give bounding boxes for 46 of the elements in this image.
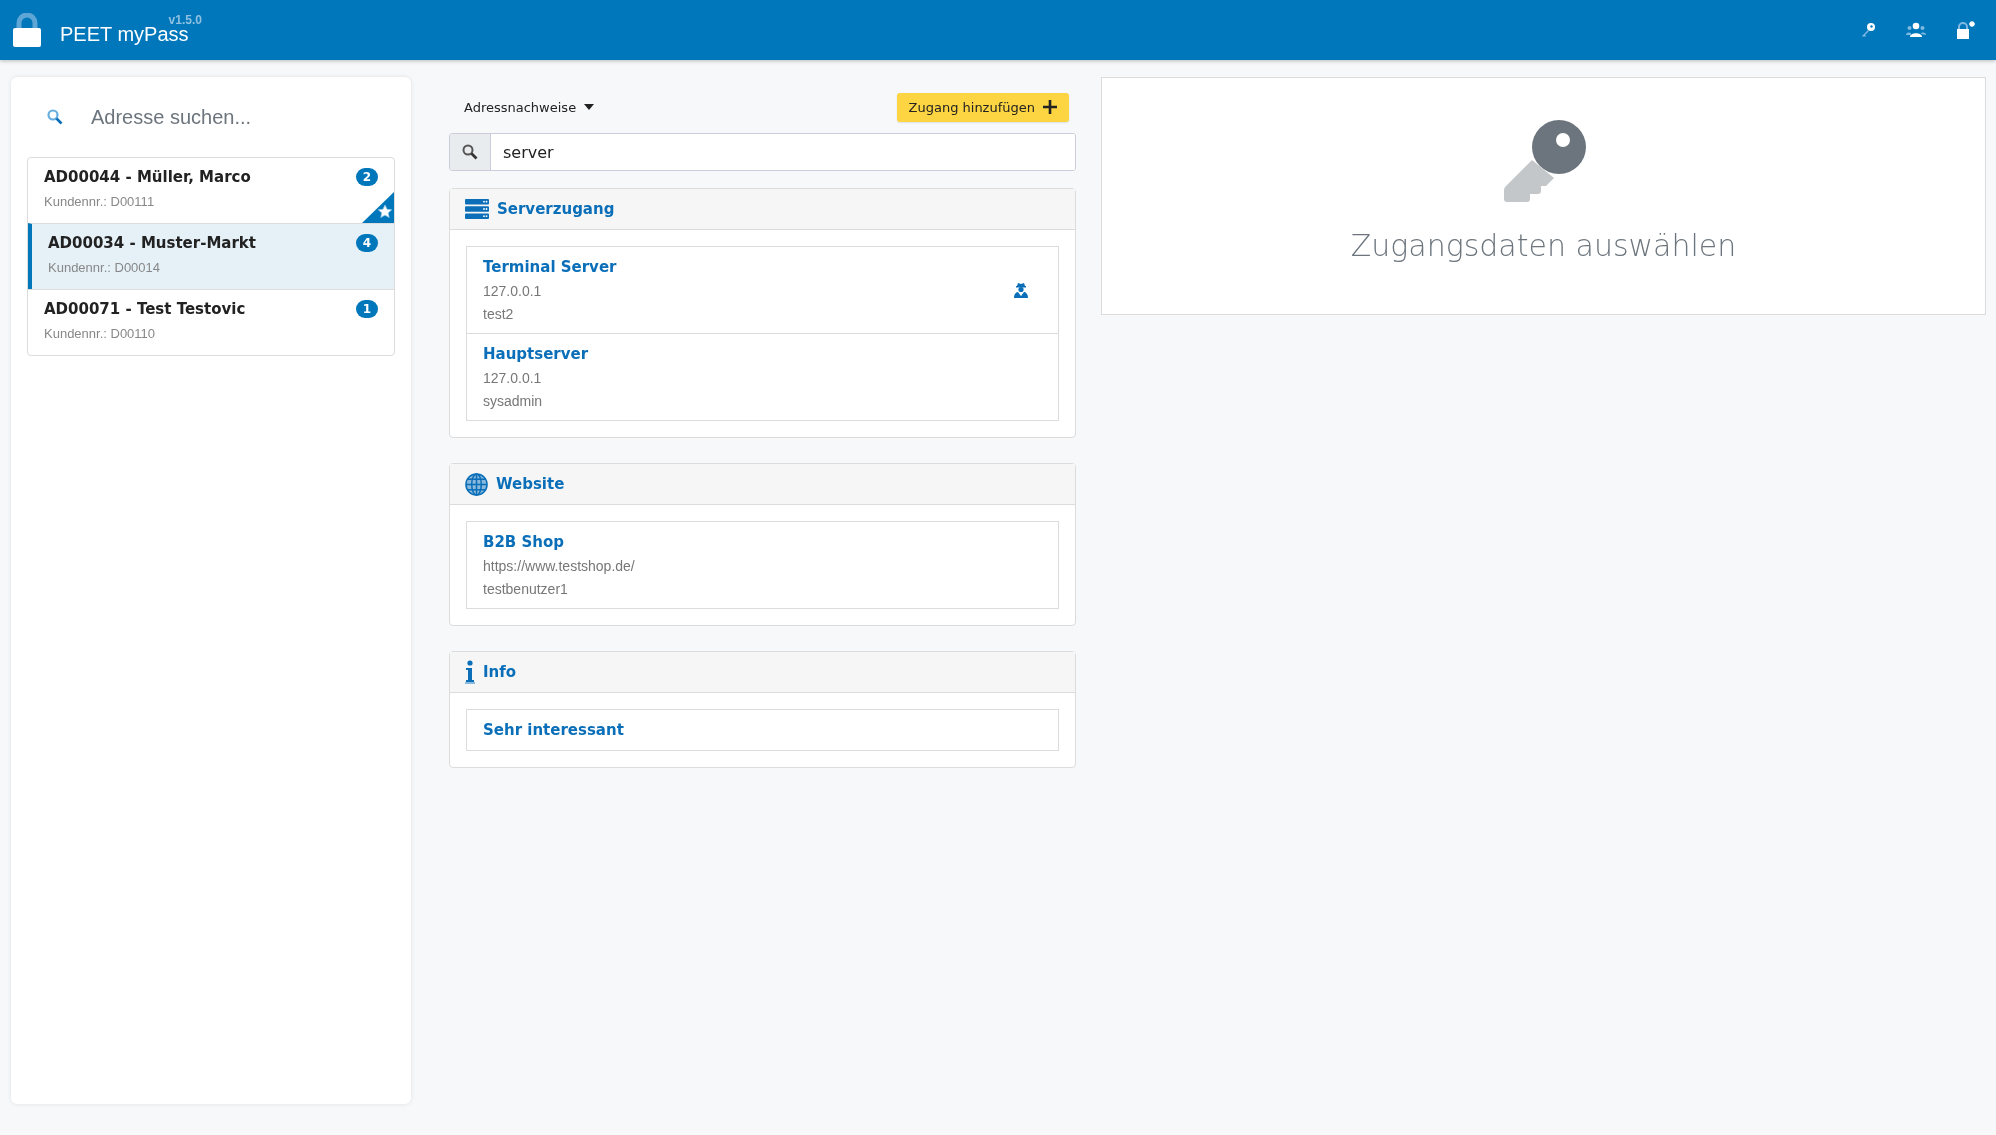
count-badge: 4 xyxy=(356,234,378,252)
caret-icon xyxy=(584,104,595,110)
filter-dropdown[interactable]: Adressnachweise xyxy=(464,99,595,115)
plus-icon xyxy=(1043,100,1057,114)
customer-number: Kundennr.: D00110 xyxy=(44,326,156,341)
entry-detail: https://www.testshop.de/ xyxy=(483,558,636,574)
count-badge: 2 xyxy=(356,168,378,186)
app-version: v1.5.0 xyxy=(168,13,202,27)
entry-title: Terminal Server xyxy=(483,258,618,276)
key-icon xyxy=(1501,120,1586,202)
search-icon xyxy=(47,109,63,125)
entry-title: Hauptserver xyxy=(483,345,590,363)
customer-number: Kundennr.: D00111 xyxy=(44,194,155,209)
address-title: AD00044 - Müller, Marco xyxy=(44,168,251,186)
lock-add-icon[interactable] xyxy=(1954,19,1978,41)
address-title: AD00034 - Muster-Markt xyxy=(48,234,256,252)
address-item[interactable]: AD00071 - Test Testovic Kundennr.: D00110 1 xyxy=(28,289,394,355)
credential-entry[interactable]: B2B Shop https://www.testshop.de/ testbenutzer1 xyxy=(467,522,1058,608)
entry-detail: 127.0.0.1 xyxy=(483,370,543,386)
padlock-icon xyxy=(12,13,42,47)
entry-detail: sysadmin xyxy=(483,393,544,409)
add-access-button[interactable]: Zugang hinzufügen xyxy=(896,92,1069,122)
section-title: Info xyxy=(483,663,517,681)
credential-entry[interactable]: Sehr interessant xyxy=(467,710,1058,750)
info-icon xyxy=(465,660,475,684)
entry-title: Sehr interessant xyxy=(483,721,625,739)
customer-number: Kundennr.: D00014 xyxy=(48,260,161,275)
server-icon xyxy=(465,199,489,219)
credential-entry[interactable]: Hauptserver 127.0.0.1 sysadmin xyxy=(467,333,1058,420)
address-title: AD00071 - Test Testovic xyxy=(44,300,246,318)
entry-detail: 127.0.0.1 xyxy=(483,283,543,299)
globe-icon xyxy=(465,472,488,496)
section-title: Serverzugang xyxy=(497,200,615,218)
count-badge: 1 xyxy=(356,300,378,318)
section-title: Website xyxy=(496,475,565,493)
address-item[interactable]: AD00034 - Muster-Markt Kundennr.: D00014 4 xyxy=(28,223,394,289)
empty-state-message: Zugangsdaten auswählen xyxy=(1350,228,1737,263)
address-item[interactable]: AD00044 - Müller, Marco Kundennr.: D00111 2 xyxy=(28,158,394,223)
entry-detail: test2 xyxy=(483,306,515,322)
users-icon[interactable] xyxy=(1904,20,1928,40)
credential-search-field[interactable]: server xyxy=(449,133,1076,171)
credential-entry[interactable]: Terminal Server 127.0.0.1 test2 xyxy=(467,247,1058,333)
address-search-field[interactable]: Adresse suchen... xyxy=(89,104,393,130)
entry-title: B2B Shop xyxy=(483,533,566,551)
entry-detail: testbenutzer1 xyxy=(483,581,569,597)
search-icon xyxy=(462,144,478,160)
